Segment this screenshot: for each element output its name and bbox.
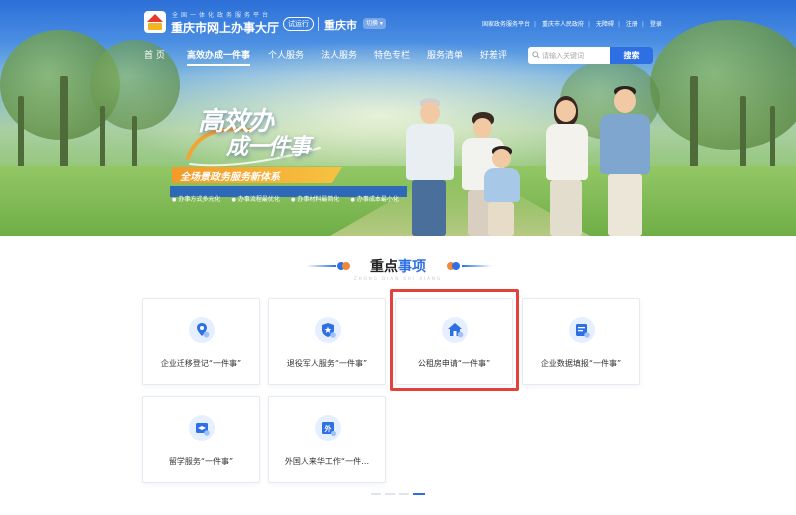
page-dot[interactable] — [385, 493, 395, 495]
service-card-enterprise-data[interactable]: 企业数据填报“一件事” — [522, 298, 640, 385]
slogan-ribbon-text: 全场景政务服务新体系 — [180, 172, 280, 183]
selection-highlight-box — [390, 289, 519, 391]
page-dot[interactable] — [371, 493, 381, 495]
search-icon — [532, 51, 540, 59]
divider — [318, 17, 319, 31]
slogan-line-2: 成一件事 — [226, 135, 311, 160]
form-report-icon — [569, 317, 595, 343]
title-decoration-dots-right — [447, 262, 461, 270]
current-city: 重庆市 — [324, 19, 357, 32]
foreigner-icon: 外 — [315, 415, 341, 441]
service-card-label: 企业数据填报“一件事” — [540, 359, 622, 368]
location-pin-icon — [189, 317, 215, 343]
service-card-label: 留学服务“一件事” — [168, 457, 234, 466]
top-bar: 全国一体化政务服务平台 重庆市网上办事大厅 试运行 重庆市 切换 ▾ 国家政务服… — [0, 0, 796, 40]
search-input[interactable] — [542, 47, 608, 64]
svg-text:外: 外 — [325, 424, 332, 433]
nav-item-one-thing[interactable]: 高效办成一件事 — [187, 48, 251, 66]
hero-banner: 全国一体化政务服务平台 重庆市网上办事大厅 试运行 重庆市 切换 ▾ 国家政务服… — [0, 0, 796, 236]
graduation-cap-icon — [189, 415, 215, 441]
nav-item-corporate[interactable]: 法人服务 — [321, 48, 357, 61]
service-card-enterprise-migration[interactable]: 企业迁移登记“一件事” — [142, 298, 260, 385]
banner-tag: 办事方式多元化 — [172, 194, 220, 206]
nav-item-review[interactable]: 好差评 — [480, 48, 507, 61]
banner-tags: 办事方式多元化 办事流程最优化 办事材料最简化 办事成本最小化 — [170, 186, 407, 203]
link-login[interactable]: 登录 — [650, 21, 662, 28]
city-switch-label: 切换 — [366, 20, 379, 27]
nav-item-featured[interactable]: 特色专栏 — [374, 48, 410, 61]
nav-item-home[interactable]: 首 页 — [144, 48, 165, 61]
nav-item-service-list[interactable]: 服务清单 — [427, 48, 463, 61]
service-card-study-abroad[interactable]: 留学服务“一件事” — [142, 396, 260, 483]
title-decoration-line-right — [462, 265, 492, 267]
pagination — [0, 493, 796, 496]
nav-item-personal[interactable]: 个人服务 — [268, 48, 304, 61]
site-logo-icon[interactable] — [144, 11, 166, 33]
site-subtitle: 全国一体化政务服务平台 — [172, 12, 272, 19]
service-card-label: 外国人来华工作“一件… — [284, 457, 370, 466]
chevron-down-icon: ▾ — [378, 20, 383, 27]
link-national-platform[interactable]: 国家政务服务平台 — [482, 21, 530, 28]
separator: | — [587, 21, 591, 28]
section-title-highlight: 事项 — [398, 259, 426, 275]
section-title-part1: 重点 — [370, 259, 398, 275]
service-card-veterans[interactable]: 退役军人服务“一件事” — [268, 298, 386, 385]
banner-tag: 办事成本最小化 — [350, 194, 399, 206]
page-dot[interactable] — [399, 493, 409, 495]
banner-tag: 办事材料最简化 — [291, 194, 339, 206]
section-title: 重点事项 — [0, 256, 796, 276]
service-card-foreigners-work[interactable]: 外 外国人来华工作“一件… — [268, 396, 386, 483]
link-register[interactable]: 注册 — [626, 21, 638, 28]
separator: | — [534, 21, 537, 28]
top-links: 国家政务服务平台 | 重庆市人民政府 | 无障碍 | 注册 | 登录 — [480, 19, 664, 28]
section-pinyin: ZHONG DIAN SHI XIANG — [353, 276, 443, 281]
separator: | — [641, 21, 644, 28]
service-card-label: 退役军人服务“一件事” — [286, 359, 368, 368]
banner-tag: 办事流程最优化 — [231, 194, 280, 206]
service-card-label: 企业迁移登记“一件事” — [160, 359, 242, 368]
page-dot-active[interactable] — [413, 493, 425, 495]
search-button[interactable]: 搜索 — [610, 47, 653, 64]
separator: | — [617, 21, 620, 28]
city-switch-button[interactable]: 切换 ▾ — [363, 18, 386, 29]
link-accessibility[interactable]: 无障碍 — [596, 21, 614, 28]
star-shield-icon — [315, 317, 341, 343]
page: 全国一体化政务服务平台 重庆市网上办事大厅 试运行 重庆市 切换 ▾ 国家政务服… — [0, 0, 796, 515]
site-title[interactable]: 重庆市网上办事大厅 — [171, 19, 279, 36]
link-cq-government[interactable]: 重庆市人民政府 — [542, 21, 584, 28]
trial-badge: 试运行 — [283, 17, 314, 31]
